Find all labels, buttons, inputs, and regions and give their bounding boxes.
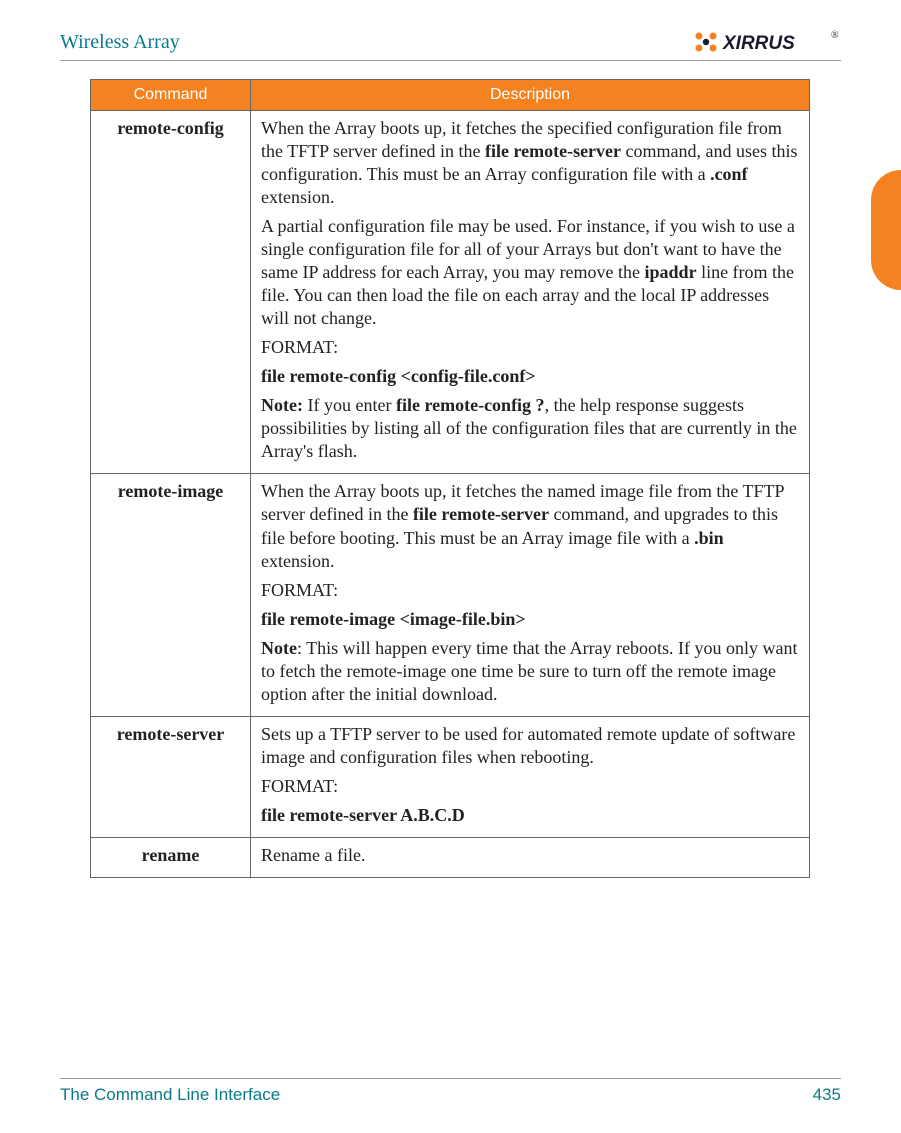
footer-page-number: 435	[813, 1085, 841, 1105]
table-header-command: Command	[91, 80, 251, 111]
svg-text:®: ®	[831, 30, 839, 41]
svg-text:XIRRUS: XIRRUS	[722, 33, 795, 54]
command-description: When the Array boots up, it fetches the …	[251, 111, 810, 474]
command-description: Rename a file.	[251, 837, 810, 877]
table-row: rename Rename a file.	[91, 837, 810, 877]
table-header-description: Description	[251, 80, 810, 111]
command-name: remote-server	[91, 716, 251, 837]
table-row: remote-image When the Array boots up, it…	[91, 474, 810, 716]
command-reference-table: Command Description remote-config When t…	[90, 79, 810, 878]
side-tab-indicator	[871, 170, 901, 290]
xirrus-logo: XIRRUS ®	[691, 28, 841, 56]
page-footer: The Command Line Interface 435	[60, 1078, 841, 1105]
command-name: rename	[91, 837, 251, 877]
table-row: remote-server Sets up a TFTP server to b…	[91, 716, 810, 837]
footer-section-title: The Command Line Interface	[60, 1085, 280, 1105]
command-name: remote-config	[91, 111, 251, 474]
command-description: Sets up a TFTP server to be used for aut…	[251, 716, 810, 837]
page-header: Wireless Array XIRRUS ®	[60, 28, 841, 61]
table-row: remote-config When the Array boots up, i…	[91, 111, 810, 474]
command-description: When the Array boots up, it fetches the …	[251, 474, 810, 716]
command-name: remote-image	[91, 474, 251, 716]
header-title: Wireless Array	[60, 31, 180, 54]
